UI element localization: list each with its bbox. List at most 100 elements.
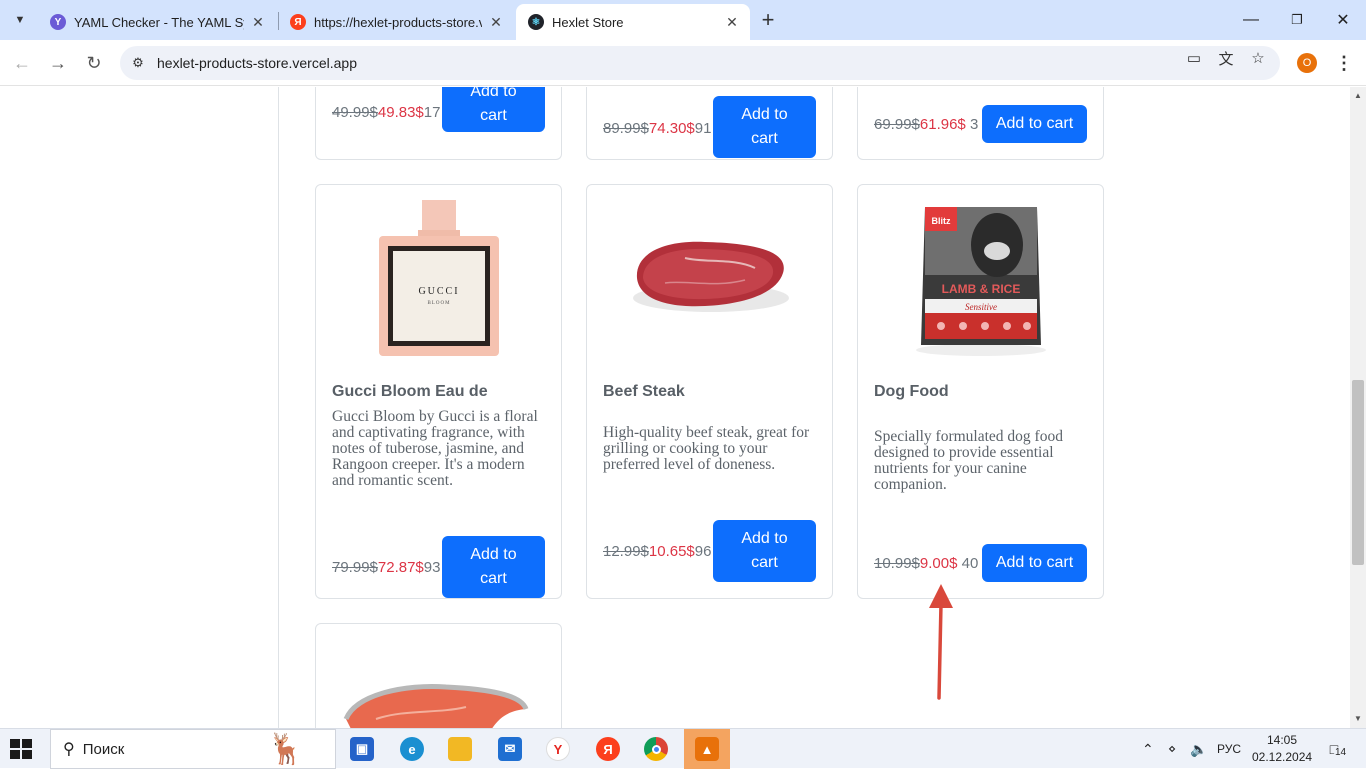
app-icon: ▲ [695,737,719,761]
taskbar-chrome[interactable] [636,733,676,765]
page-scrollbar[interactable]: ▲ ▼ [1350,87,1366,728]
product-card [315,623,562,728]
restore-icon: ❐ [1291,12,1303,27]
notification-count: 14 [1334,747,1348,758]
dog-food-bag-image: Blitz LAMB & RICE Sensitive [858,185,1103,370]
search-icon: ⚲ [63,741,75,758]
new-price: 61.96$ [919,116,966,133]
tray-clock[interactable]: 14:05 02.12.2024 [1252,732,1312,766]
yandex-favicon-icon: Я [290,14,306,30]
taskbar-active-app[interactable]: ▲ [684,729,730,769]
tray-network[interactable]: ⋄ [1168,729,1176,769]
site-settings-icon[interactable]: ⚙ [128,53,148,73]
new-price: 74.30$ [648,120,695,137]
price-row: 89.99$74.30$91 [603,120,711,137]
product-card: 49.99$49.83$17 Add to cart [315,87,562,160]
product-card: Blitz LAMB & RICE Sensitive Dog Food Spe… [857,184,1104,599]
search-placeholder: Поиск [82,740,125,758]
bag-brand-label: Blitz [931,216,950,226]
bottle-sub-label: BLOOM [427,301,450,306]
bag-variant-label: Sensitive [965,302,997,312]
translate-icon[interactable]: 文 [1216,48,1236,68]
bookmark-star-icon[interactable]: ☆ [1248,48,1268,68]
add-to-cart-button[interactable]: Add to cart [713,96,816,158]
taskbar-file-explorer[interactable] [440,733,480,765]
add-to-cart-button[interactable]: Add to cart [713,520,816,582]
tray-volume[interactable]: 🔈 [1190,729,1207,769]
beef-steak-image [587,185,832,370]
scroll-down-icon[interactable]: ▼ [1354,715,1362,723]
old-price: 89.99$ [603,120,649,137]
price-row: 49.99$49.83$17 [332,104,440,121]
mail-icon: ✉ [498,737,522,761]
old-price: 12.99$ [603,543,649,560]
taskbar-edge[interactable]: e [392,733,432,765]
stock-count: 93 [423,559,441,576]
reload-button[interactable]: ↻ [80,49,108,77]
product-description: Gucci Bloom by Gucci is a floral and cap… [332,408,538,489]
bag-product-label: LAMB & RICE [941,282,1020,296]
speaker-icon: 🔈 [1190,740,1208,757]
product-card: Beef Steak High-quality beef steak, grea… [586,184,833,599]
taskbar-yandex[interactable]: Я [588,733,628,765]
folder-icon [448,737,472,761]
stock-count: 17 [423,104,441,121]
arrow-right-icon: → [49,52,67,73]
add-to-cart-button[interactable]: Add to cart [442,536,545,598]
product-description: Specially formulated dog food designed t… [874,428,1063,493]
tab-hexlet-store[interactable]: ⚛ Hexlet Store ✕ [516,4,750,40]
new-tab-button[interactable]: + [756,7,780,32]
chevron-up-icon: ⌃ [1142,740,1154,757]
taskbar-microsoft-store[interactable]: ▣ [342,733,382,765]
close-window-button[interactable]: ✕ [1320,0,1366,40]
install-app-icon[interactable]: ▭ [1184,48,1204,68]
add-to-cart-button[interactable]: Add to cart [982,105,1087,143]
wifi-icon: ⋄ [1168,741,1177,756]
tab-hexlet-store-url[interactable]: Я https://hexlet-products-store.ve ✕ [278,4,514,40]
browser-tab-strip: ▼ Y YAML Checker - The YAML Synt ✕ Я htt… [0,0,1366,40]
profile-avatar[interactable]: O [1297,53,1317,73]
close-icon[interactable]: ✕ [724,14,740,30]
address-bar[interactable]: ⚙ hexlet-products-store.vercel.app [120,46,1280,80]
tab-search-button[interactable]: ▼ [8,8,32,32]
tab-title: YAML Checker - The YAML Synt [74,14,244,30]
product-title: Beef Steak [603,383,685,400]
tray-language[interactable]: РУС [1217,729,1241,769]
old-price: 49.99$ [332,104,378,121]
browser-menu-icon[interactable]: ⋮ [1334,52,1354,74]
notification-center[interactable]: □ 14 [1322,737,1348,761]
restore-button[interactable]: ❐ [1274,0,1320,40]
store-icon: ▣ [350,737,374,761]
url-text[interactable]: hexlet-products-store.vercel.app [157,55,357,71]
price-row: 10.99$9.00$ 40 [874,555,978,572]
new-price: 72.87$ [377,559,424,576]
taskbar-search[interactable]: ⚲ Поиск 🦌 [50,729,336,769]
yaml-checker-favicon-icon: Y [50,14,66,30]
tab-title: https://hexlet-products-store.ve [314,14,482,30]
back-button[interactable]: ← [8,49,36,77]
close-icon[interactable]: ✕ [488,14,504,30]
scroll-up-icon[interactable]: ▲ [1354,92,1362,100]
yandex-browser-icon: Y [546,737,570,761]
yandex-icon: Я [596,737,620,761]
sidebar-divider [278,87,279,728]
start-button[interactable] [8,737,34,761]
minimize-button[interactable]: — [1228,0,1274,40]
tab-yaml-checker[interactable]: Y YAML Checker - The YAML Synt ✕ [38,4,276,40]
old-price: 69.99$ [874,116,920,133]
forward-button[interactable]: → [44,49,72,77]
minimize-icon: — [1243,11,1259,28]
new-price: 49.83$ [377,104,424,121]
stock-count: 3 [969,116,979,133]
taskbar-mail[interactable]: ✉ [490,733,530,765]
scrollbar-thumb[interactable] [1352,380,1364,565]
page-content: 49.99$49.83$17 Add to cart 89.99$74.30$9… [0,87,1350,728]
stock-count: 40 [961,555,979,572]
product-card: GUCCI BLOOM Gucci Bloom Eau de Gucci Blo… [315,184,562,599]
stock-count: 91 [694,120,712,137]
add-to-cart-button[interactable]: Add to cart [982,544,1087,582]
add-to-cart-button[interactable]: Add to cart [442,87,545,132]
close-icon[interactable]: ✕ [250,14,266,30]
taskbar-yandex-browser[interactable]: Y [538,733,578,765]
tray-show-hidden[interactable]: ⌃ [1142,729,1154,769]
